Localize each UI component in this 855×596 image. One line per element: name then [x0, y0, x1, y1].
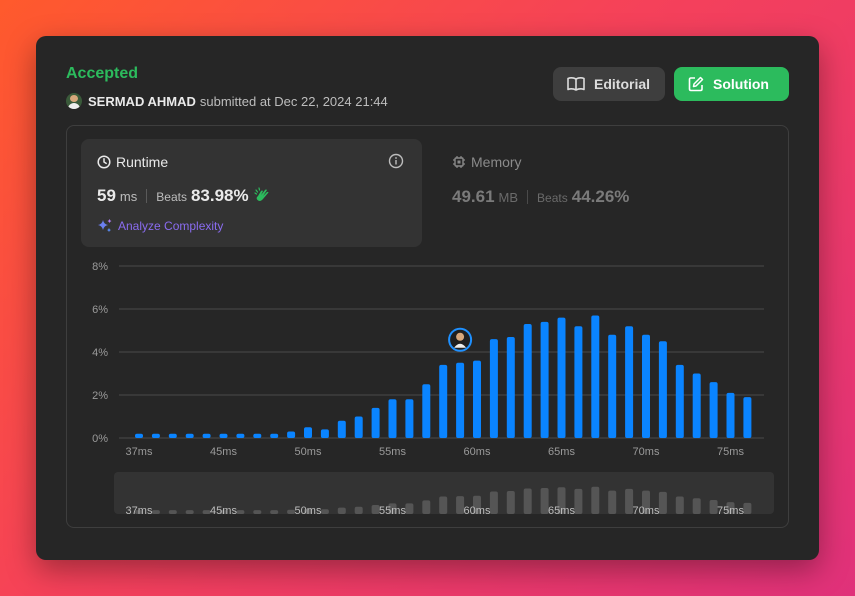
overview-bar [405, 503, 414, 514]
chart-bar[interactable] [675, 364, 684, 438]
overview-bar [422, 500, 431, 514]
overview-bar [337, 507, 346, 514]
chart-bar[interactable] [608, 334, 617, 438]
overview-tick-label: 65ms [548, 505, 575, 517]
chart-bar[interactable] [388, 399, 397, 438]
chart-bar[interactable] [151, 433, 160, 438]
editorial-button[interactable]: Editorial [553, 67, 665, 101]
solution-label: Solution [713, 76, 769, 92]
overview-bar [523, 488, 532, 514]
chart-bar[interactable] [523, 324, 532, 438]
overview-tick-label: 70ms [633, 505, 660, 517]
x-tick-label: 45ms [210, 446, 237, 458]
overview-tick-label: 45ms [210, 505, 237, 517]
overview-bar [151, 510, 160, 514]
chart-bar[interactable] [253, 433, 262, 438]
chart-bar[interactable] [726, 392, 735, 438]
overview-bar [320, 509, 329, 514]
editorial-label: Editorial [594, 76, 651, 92]
overview-bar [743, 502, 752, 514]
chart-bar[interactable] [337, 420, 346, 438]
edit-icon [688, 76, 704, 92]
overview-bar [270, 510, 279, 514]
x-tick-label: 37ms [126, 446, 153, 458]
chart-bar[interactable] [506, 336, 515, 438]
chart-bar[interactable] [743, 397, 752, 438]
overview-bar [185, 510, 194, 514]
chart-bar[interactable] [405, 399, 414, 438]
chart-bar[interactable] [540, 321, 549, 438]
x-tick-label: 50ms [295, 446, 322, 458]
chart-bar[interactable] [709, 382, 718, 438]
overview-bar [608, 490, 617, 514]
overview-tick-label: 50ms [295, 505, 322, 517]
overview-bar [354, 506, 363, 514]
y-tick-label: 0% [92, 433, 108, 445]
status-label: Accepted [66, 65, 139, 82]
overview-bar [253, 510, 262, 514]
y-tick-label: 8% [92, 261, 108, 273]
chart-bar[interactable] [557, 317, 566, 438]
overview-bar [236, 510, 245, 514]
chart-bar[interactable] [692, 373, 701, 439]
chart-bar[interactable] [354, 416, 363, 439]
chart-bar[interactable] [625, 326, 634, 438]
overview-tick-label: 37ms [126, 505, 153, 517]
y-tick-label: 6% [92, 304, 108, 316]
chart-bar[interactable] [236, 433, 245, 438]
submitted-at: submitted at Dec 22, 2024 21:44 [199, 93, 388, 109]
x-tick-label: 70ms [633, 446, 660, 458]
overview-bar [439, 496, 448, 514]
y-tick-label: 4% [92, 347, 108, 359]
chart-bar[interactable] [642, 334, 650, 438]
y-tick-label: 2% [92, 390, 108, 402]
overview-bar [692, 498, 701, 514]
submitter-line: SERMAD AHMAD submitted at Dec 22, 2024 2… [66, 92, 388, 110]
runtime-distribution-chart[interactable]: 0% 2% 4% 6% 8% 37ms 45ms 50ms 55ms 60ms 65ms 70ms 75… [67, 126, 788, 527]
chart-bar[interactable] [185, 433, 194, 438]
chart-bar[interactable] [304, 427, 312, 438]
solution-button[interactable]: Solution [674, 67, 789, 101]
chart-bar[interactable] [135, 433, 143, 438]
overview-bar [506, 491, 515, 514]
chart-bar[interactable] [439, 364, 448, 438]
chart-bar[interactable] [270, 433, 279, 438]
overview-bar [168, 510, 177, 514]
stats-panel: Runtime 59 ms Beats 83.98% Analyze Compl… [66, 125, 789, 528]
overview-tick-label: 55ms [379, 505, 406, 517]
chart-bar[interactable] [202, 433, 211, 438]
overview-bar [574, 488, 583, 514]
marker-avatar-head [456, 332, 465, 341]
chart-bar[interactable] [658, 341, 667, 438]
chart-bar[interactable] [219, 433, 228, 438]
avatar[interactable] [66, 93, 82, 109]
overview-tick-label: 75ms [717, 505, 744, 517]
book-icon [567, 77, 585, 91]
x-tick-label: 75ms [717, 446, 744, 458]
submission-card: Accepted SERMAD AHMAD submitted at Dec 2… [36, 36, 819, 560]
chart-bar[interactable] [473, 360, 481, 438]
overview-bar [489, 491, 498, 514]
overview-bar [591, 486, 600, 514]
chart-bar[interactable] [422, 384, 431, 438]
chart-bar[interactable] [574, 326, 583, 438]
chart-bar[interactable] [168, 433, 177, 438]
chart-bar[interactable] [320, 429, 329, 438]
x-tick-label: 60ms [464, 446, 491, 458]
chart-bar[interactable] [456, 362, 465, 438]
x-tick-label: 65ms [548, 446, 575, 458]
overview-bar [675, 496, 684, 514]
chart-bar[interactable] [287, 431, 296, 438]
x-tick-label: 55ms [379, 446, 406, 458]
chart-bar[interactable] [591, 315, 600, 438]
overview-tick-label: 60ms [464, 505, 491, 517]
overview-bar [658, 491, 667, 514]
user-name[interactable]: SERMAD AHMAD [88, 94, 196, 109]
chart-bar[interactable] [489, 339, 498, 438]
chart-bar[interactable] [371, 407, 380, 438]
